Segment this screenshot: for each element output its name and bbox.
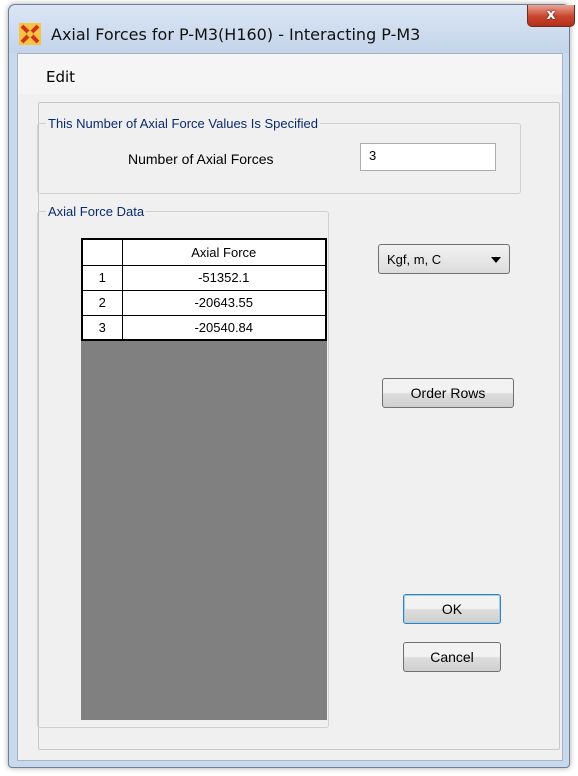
menu-bar: Edit [18, 54, 562, 94]
close-icon: x [546, 7, 556, 23]
ok-button[interactable]: OK [403, 594, 501, 624]
order-rows-button[interactable]: Order Rows [382, 378, 514, 408]
chevron-down-icon [491, 257, 501, 263]
close-button[interactable]: x [527, 5, 575, 27]
axial-data-legend: Axial Force Data [48, 204, 145, 219]
axial-count-legend: This Number of Axial Force Values Is Spe… [48, 116, 318, 131]
axial-force-cell[interactable]: -20540.84 [121, 314, 327, 341]
axial-force-cell[interactable]: -51352.1 [121, 264, 327, 291]
units-selected-value: Kgf, m, C [387, 252, 442, 267]
number-of-axial-forces-label: Number of Axial Forces [128, 151, 274, 167]
table-row: 3 -20540.84 [81, 314, 327, 341]
axial-force-column-header[interactable]: Axial Force [121, 238, 327, 266]
table-row: 1 -51352.1 [81, 264, 327, 291]
row-index[interactable]: 2 [81, 289, 123, 316]
grid-header-row: Axial Force [81, 238, 327, 266]
cancel-button[interactable]: Cancel [403, 642, 501, 672]
axial-force-grid[interactable]: Axial Force 1 -51352.1 2 -20643.55 3 -20… [81, 238, 327, 720]
window-title: Axial Forces for P-M3(H160) - Interactin… [51, 25, 421, 44]
number-of-axial-forces-input[interactable]: 3 [360, 143, 496, 171]
row-index[interactable]: 1 [81, 264, 123, 291]
row-index[interactable]: 3 [81, 314, 123, 341]
app-icon [19, 23, 41, 45]
menu-edit[interactable]: Edit [46, 68, 75, 86]
table-row: 2 -20643.55 [81, 289, 327, 316]
grid-corner-cell[interactable] [81, 238, 123, 266]
axial-force-cell[interactable]: -20643.55 [121, 289, 327, 316]
title-bar[interactable]: Axial Forces for P-M3(H160) - Interactin… [9, 5, 569, 53]
units-dropdown[interactable]: Kgf, m, C [378, 244, 510, 274]
